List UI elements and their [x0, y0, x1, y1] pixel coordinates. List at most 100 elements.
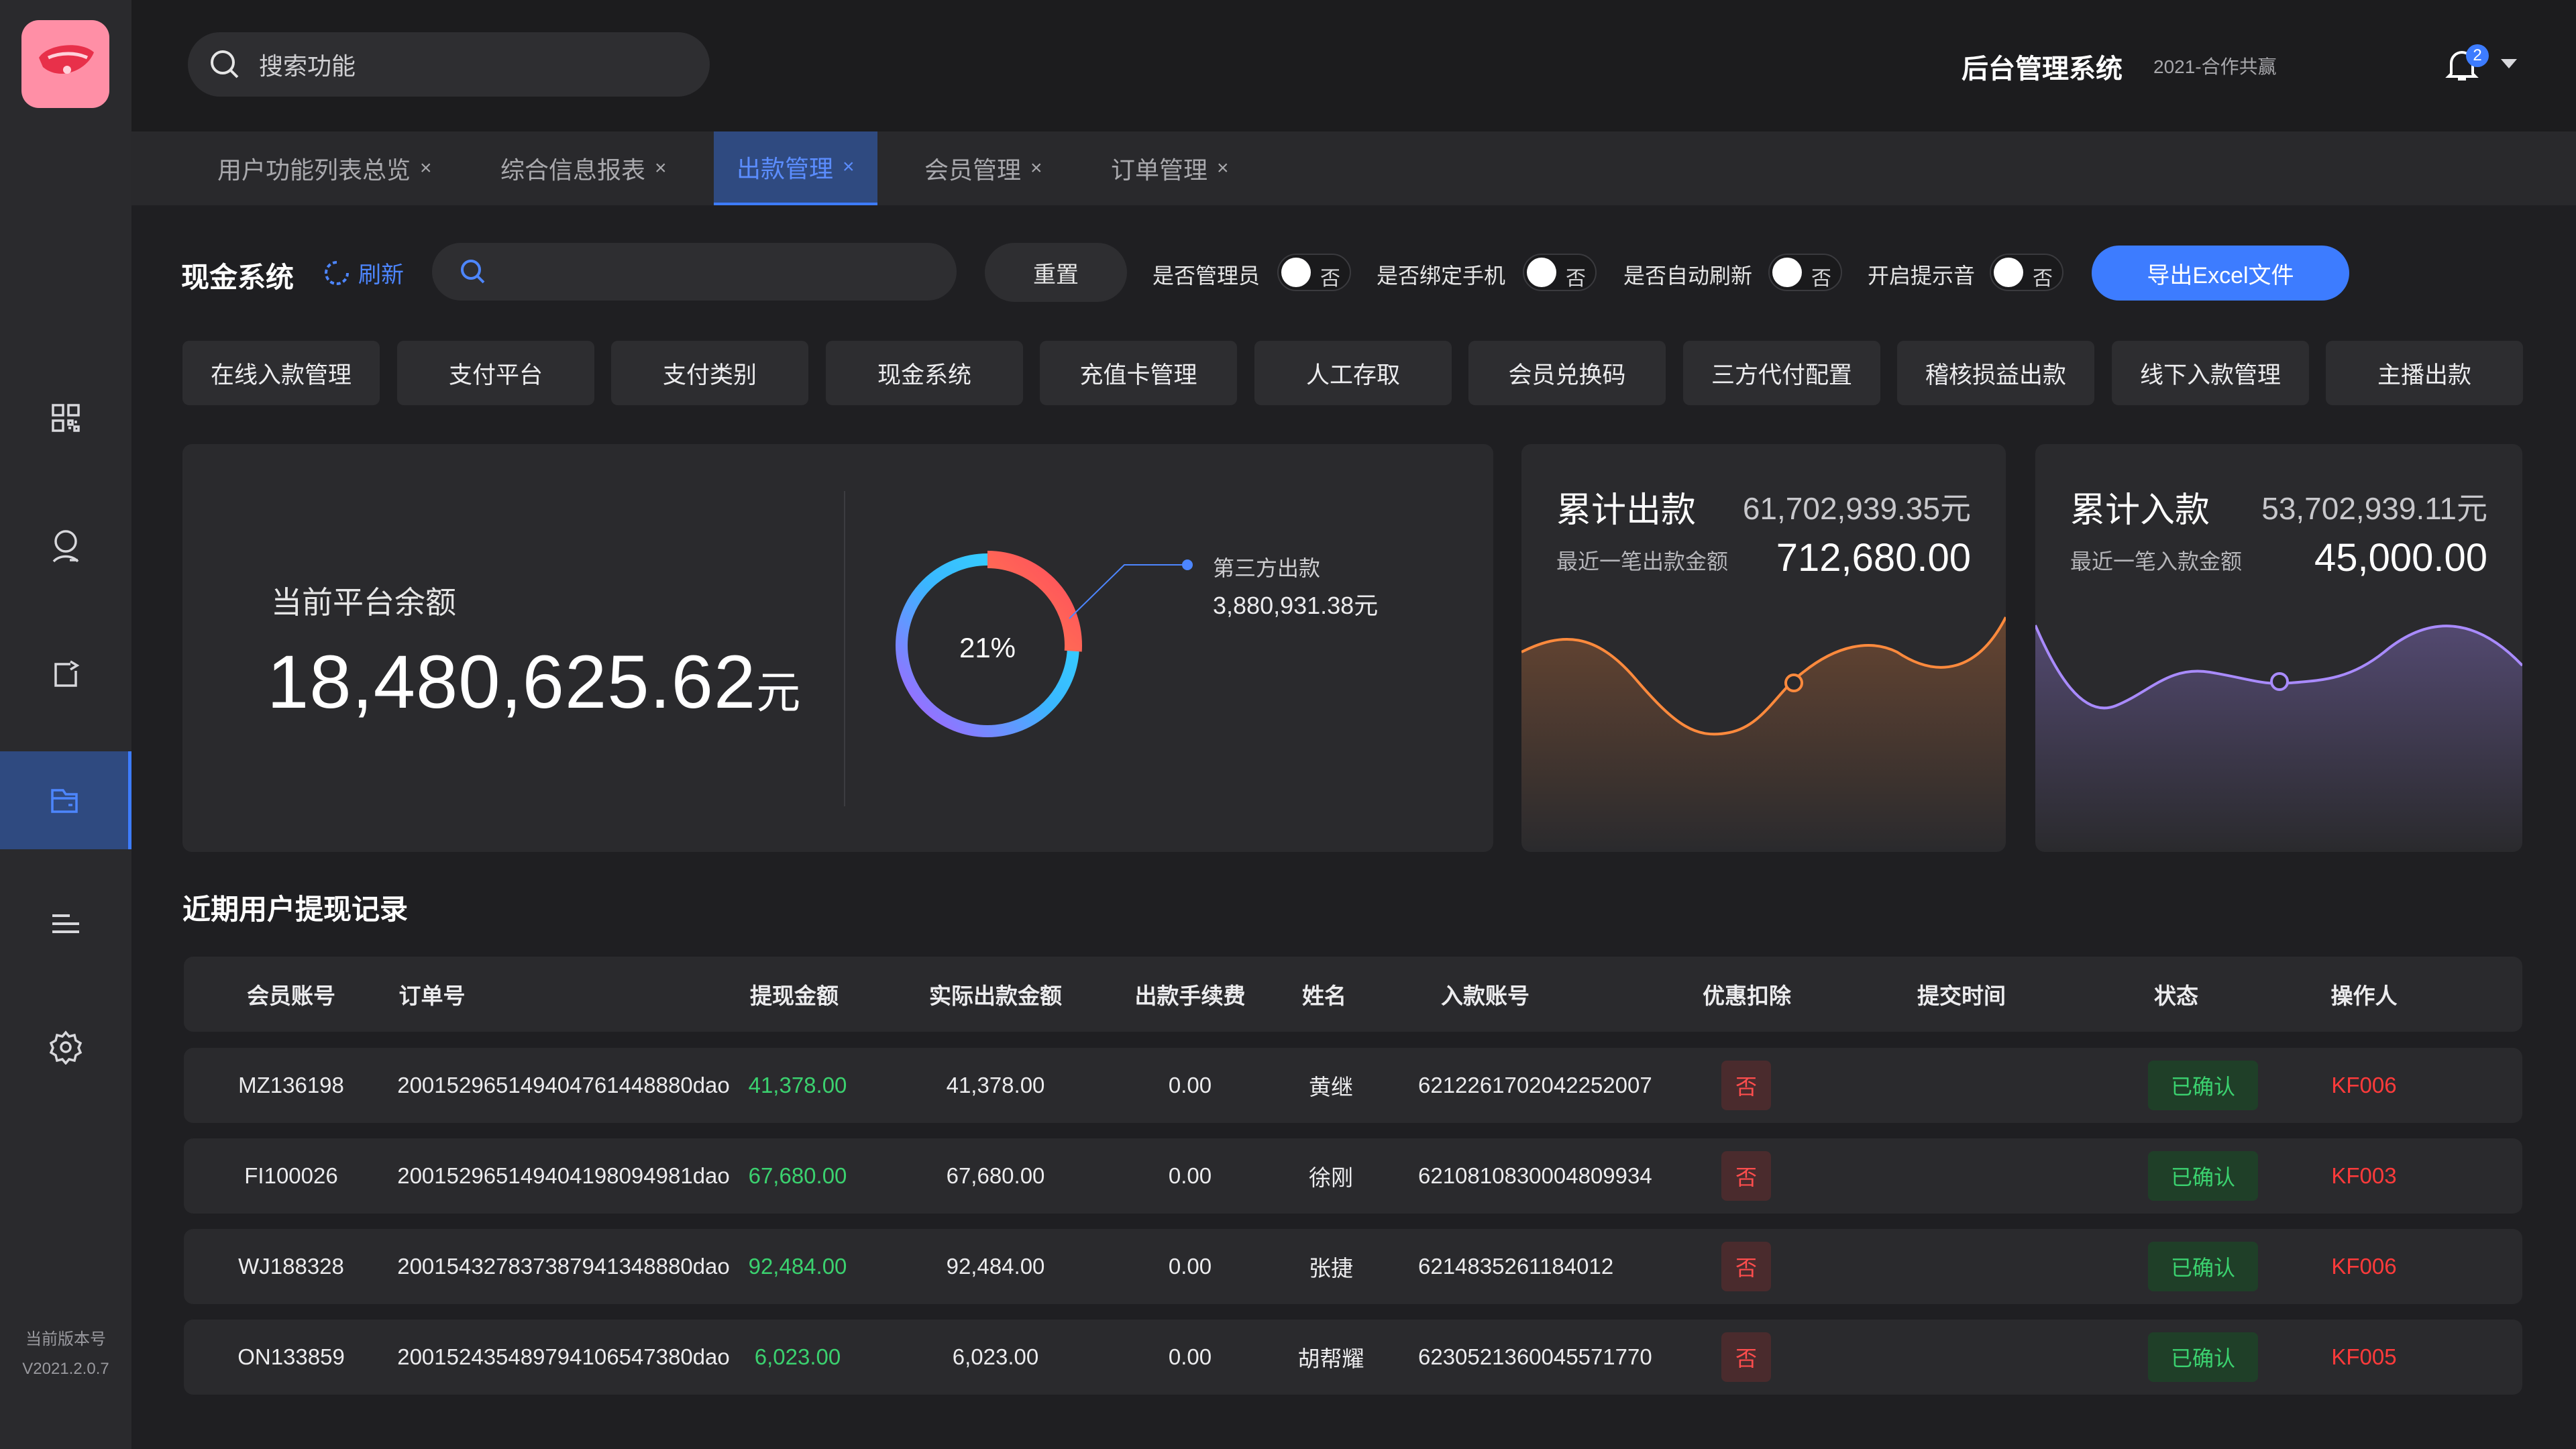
balance-value: 18,480,625.62元 [267, 639, 801, 725]
cell-actual: 6,023.00 [952, 1344, 1039, 1369]
close-icon[interactable]: × [1217, 157, 1229, 180]
cell-fee: 0.00 [1168, 1163, 1212, 1188]
quick-button[interactable]: 三方代付配置 [1683, 341, 1880, 405]
column-header: 出款手续费 [1134, 983, 1246, 1008]
quick-button[interactable]: 支付类别 [611, 341, 808, 405]
inflow-sub-label: 最近一笔入款金额 [2070, 549, 2243, 574]
quick-button[interactable]: 线下入款管理 [2112, 341, 2309, 405]
tab-members[interactable]: 会员管理 × [902, 131, 1065, 205]
column-header: 优惠扣除 [1703, 983, 1791, 1008]
close-icon[interactable]: × [420, 157, 432, 180]
logo-icon [38, 44, 94, 74]
refresh-button[interactable]: 刷新 [322, 256, 404, 289]
toggle-state: 否 [1811, 268, 1831, 290]
nav-users[interactable] [0, 498, 131, 596]
quick-button[interactable]: 在线入款管理 [182, 341, 380, 405]
quick-button[interactable]: 充值卡管理 [1040, 341, 1237, 405]
cell-status: 已确认 [2148, 1138, 2258, 1214]
tab-label: 会员管理 [924, 156, 1022, 184]
toggle-state: 否 [1320, 268, 1340, 290]
global-search-input[interactable]: 搜索功能 [188, 32, 710, 97]
cell-bank-account: 6212261702042252007 [1418, 1073, 1652, 1097]
version-label: 当前版本号 [25, 1330, 106, 1348]
cell-fee: 0.00 [1168, 1073, 1212, 1097]
version-value: V2021.2.0.7 [22, 1360, 109, 1378]
cell-time [1901, 1048, 2022, 1123]
toggle-autorefresh-label: 是否自动刷新 [1623, 264, 1753, 288]
nav-settings[interactable] [0, 998, 131, 1096]
legend-leader-line [1069, 564, 1182, 619]
cell-time [1901, 1229, 2022, 1304]
quick-button[interactable]: 支付平台 [397, 341, 594, 405]
toggle-sound[interactable]: 否 [1990, 254, 2063, 291]
tab-user-overview[interactable]: 用户功能列表总览 × [195, 131, 455, 205]
toggle-knob [1527, 258, 1556, 287]
tab-payout[interactable]: 出款管理 × [714, 131, 877, 205]
system-title: 后台管理系统 [1962, 54, 2123, 84]
quick-button[interactable]: 现金系统 [826, 341, 1023, 405]
table-row[interactable]: MZ136198 200152965149404761448880dao 41,… [184, 1048, 2522, 1123]
balance-amount: 18,480,625.62 [267, 640, 757, 724]
cell-status: 已确认 [2148, 1320, 2258, 1395]
user-icon [52, 530, 79, 563]
table-header: 会员账号 订单号 提现金额 实际出款金额 出款手续费 姓名 入款账号 优惠扣除 … [184, 957, 2522, 1032]
table-row[interactable]: WJ188328 200154327837387941348880dao 92,… [184, 1229, 2522, 1304]
legend-value: 3,880,931.38元 [1213, 592, 1379, 619]
refresh-label: 刷新 [358, 262, 404, 288]
discount-badge: 否 [1721, 1061, 1771, 1110]
cell-order: 200152965149404198094981dao [397, 1163, 730, 1188]
toggle-knob [1772, 258, 1802, 287]
cell-fee: 0.00 [1168, 1344, 1212, 1369]
cell-actual: 92,484.00 [946, 1254, 1045, 1279]
outflow-last-amount: 712,680.00 [1776, 536, 1971, 580]
sidebar: 当前版本号 V2021.2.0.7 [0, 0, 131, 1449]
app-logo[interactable] [21, 20, 109, 108]
column-header: 提交时间 [1917, 983, 2006, 1008]
close-icon[interactable]: × [655, 157, 667, 180]
inflow-last-amount: 45,000.00 [2314, 536, 2487, 580]
table-row[interactable]: FI100026 200152965149404198094981dao 67,… [184, 1138, 2522, 1214]
export-excel-button[interactable]: 导出Excel文件 [2092, 246, 2349, 301]
cell-name: 胡帮耀 [1297, 1346, 1364, 1371]
notification-badge: 2 [2466, 44, 2489, 67]
cell-order: 200152435489794106547380dao [397, 1344, 730, 1369]
quick-button[interactable]: 稽核损益出款 [1897, 341, 2094, 405]
nav-wallet[interactable] [0, 751, 131, 849]
cell-account: MZ136198 [238, 1073, 344, 1097]
nav-list[interactable] [0, 875, 131, 973]
outflow-card: 累计出款 61,702,939.35元 最近一笔出款金额 712,680.00 [1521, 444, 2006, 852]
chevron-down-icon[interactable] [2500, 58, 2518, 70]
tab-report[interactable]: 综合信息报表 × [478, 131, 690, 205]
cell-operator: KF005 [2331, 1344, 2397, 1369]
cell-amount: 92,484.00 [748, 1254, 847, 1279]
quick-button[interactable]: 会员兑换码 [1468, 341, 1666, 405]
inflow-total: 53,702,939.11元 [2261, 491, 2487, 526]
cell-time [1901, 1320, 2022, 1395]
toggle-admin-label: 是否管理员 [1152, 264, 1260, 288]
nav-share[interactable] [0, 625, 131, 723]
tab-bar: 用户功能列表总览 × 综合信息报表 × 出款管理 × 会员管理 × 订单管理 × [131, 131, 2576, 205]
toolbar-search-input[interactable] [432, 243, 957, 301]
search-placeholder: 搜索功能 [259, 52, 356, 80]
tab-orders[interactable]: 订单管理 × [1088, 131, 1252, 205]
quick-button[interactable]: 主播出款 [2326, 341, 2523, 405]
outflow-title: 累计出款 [1556, 491, 1697, 530]
toggle-autorefresh[interactable]: 否 [1768, 254, 1842, 291]
cell-order: 200152965149404761448880dao [397, 1073, 730, 1097]
nav-dashboard[interactable] [0, 369, 131, 467]
toggle-admin[interactable]: 否 [1277, 254, 1351, 291]
search-icon [211, 50, 239, 78]
close-icon[interactable]: × [1030, 157, 1042, 180]
toggle-phone[interactable]: 否 [1523, 254, 1597, 291]
cell-name: 张捷 [1309, 1256, 1353, 1281]
table-row[interactable]: ON133859 200152435489794106547380dao 6,0… [184, 1320, 2522, 1395]
quick-button[interactable]: 人工存取 [1254, 341, 1452, 405]
discount-badge: 否 [1721, 1151, 1771, 1201]
cell-status: 已确认 [2148, 1048, 2258, 1123]
close-icon[interactable]: × [843, 156, 855, 178]
balance-unit: 元 [756, 667, 802, 717]
discount-badge: 否 [1721, 1242, 1771, 1291]
search-icon [461, 260, 485, 284]
outflow-marker [1784, 674, 1803, 692]
reset-button[interactable]: 重置 [985, 243, 1127, 302]
